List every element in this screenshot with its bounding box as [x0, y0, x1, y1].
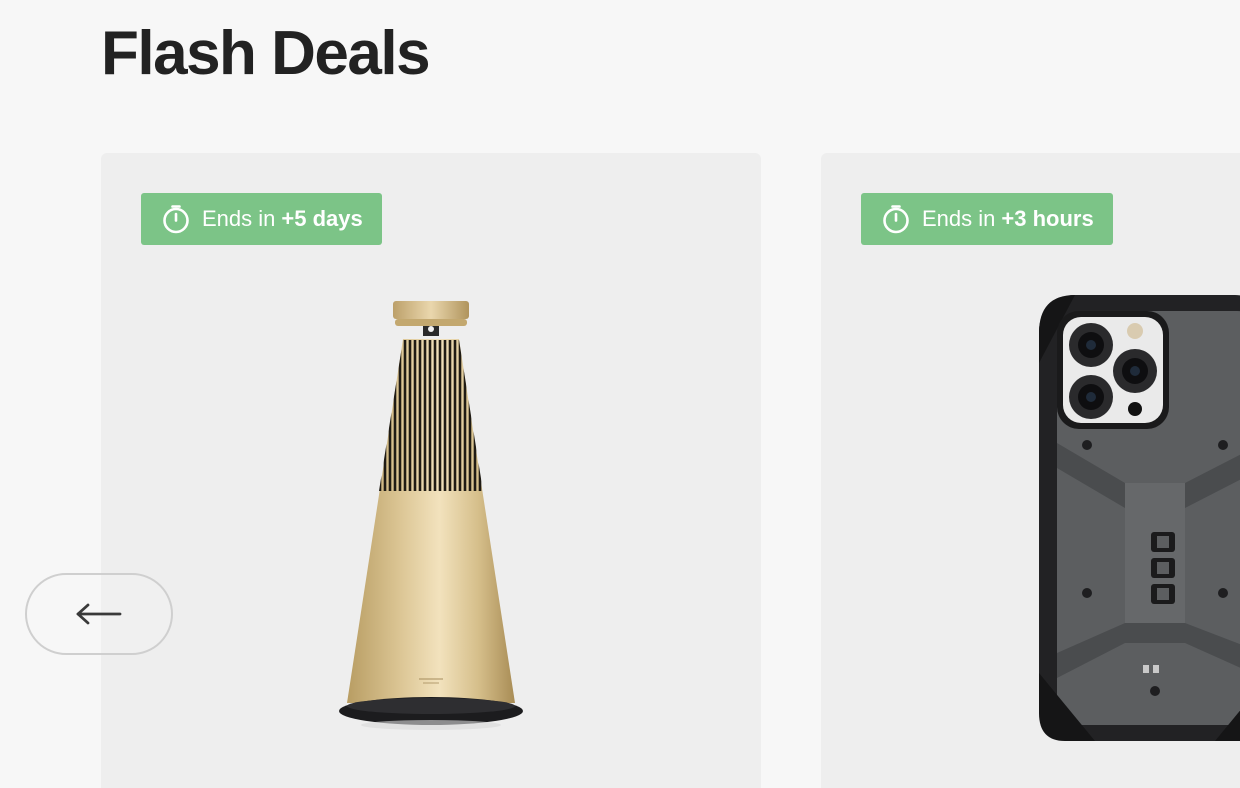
- badge-prefix: Ends in: [922, 206, 996, 231]
- deal-card-speaker[interactable]: Ends in +5 days: [101, 153, 761, 788]
- badge-prefix: Ends in: [202, 206, 276, 231]
- deal-card-phone-case[interactable]: Ends in +3 hours: [821, 153, 1240, 788]
- badge-time-remaining: +3 hours: [1001, 206, 1094, 231]
- timer-icon: [163, 205, 189, 234]
- carousel-prev-button[interactable]: [25, 573, 173, 655]
- deal-timer-badge: Ends in +3 hours: [861, 193, 1113, 245]
- flash-deals-carousel: Ends in +5 days Ends in +3 hours: [0, 0, 1240, 788]
- timer-icon: [883, 205, 909, 234]
- badge-time-remaining: +5 days: [281, 206, 363, 231]
- speaker-product-image: [339, 301, 523, 730]
- arrow-left-icon: [76, 603, 122, 625]
- phone-case-product-image: [1039, 295, 1240, 741]
- deal-timer-badge: Ends in +5 days: [141, 193, 382, 245]
